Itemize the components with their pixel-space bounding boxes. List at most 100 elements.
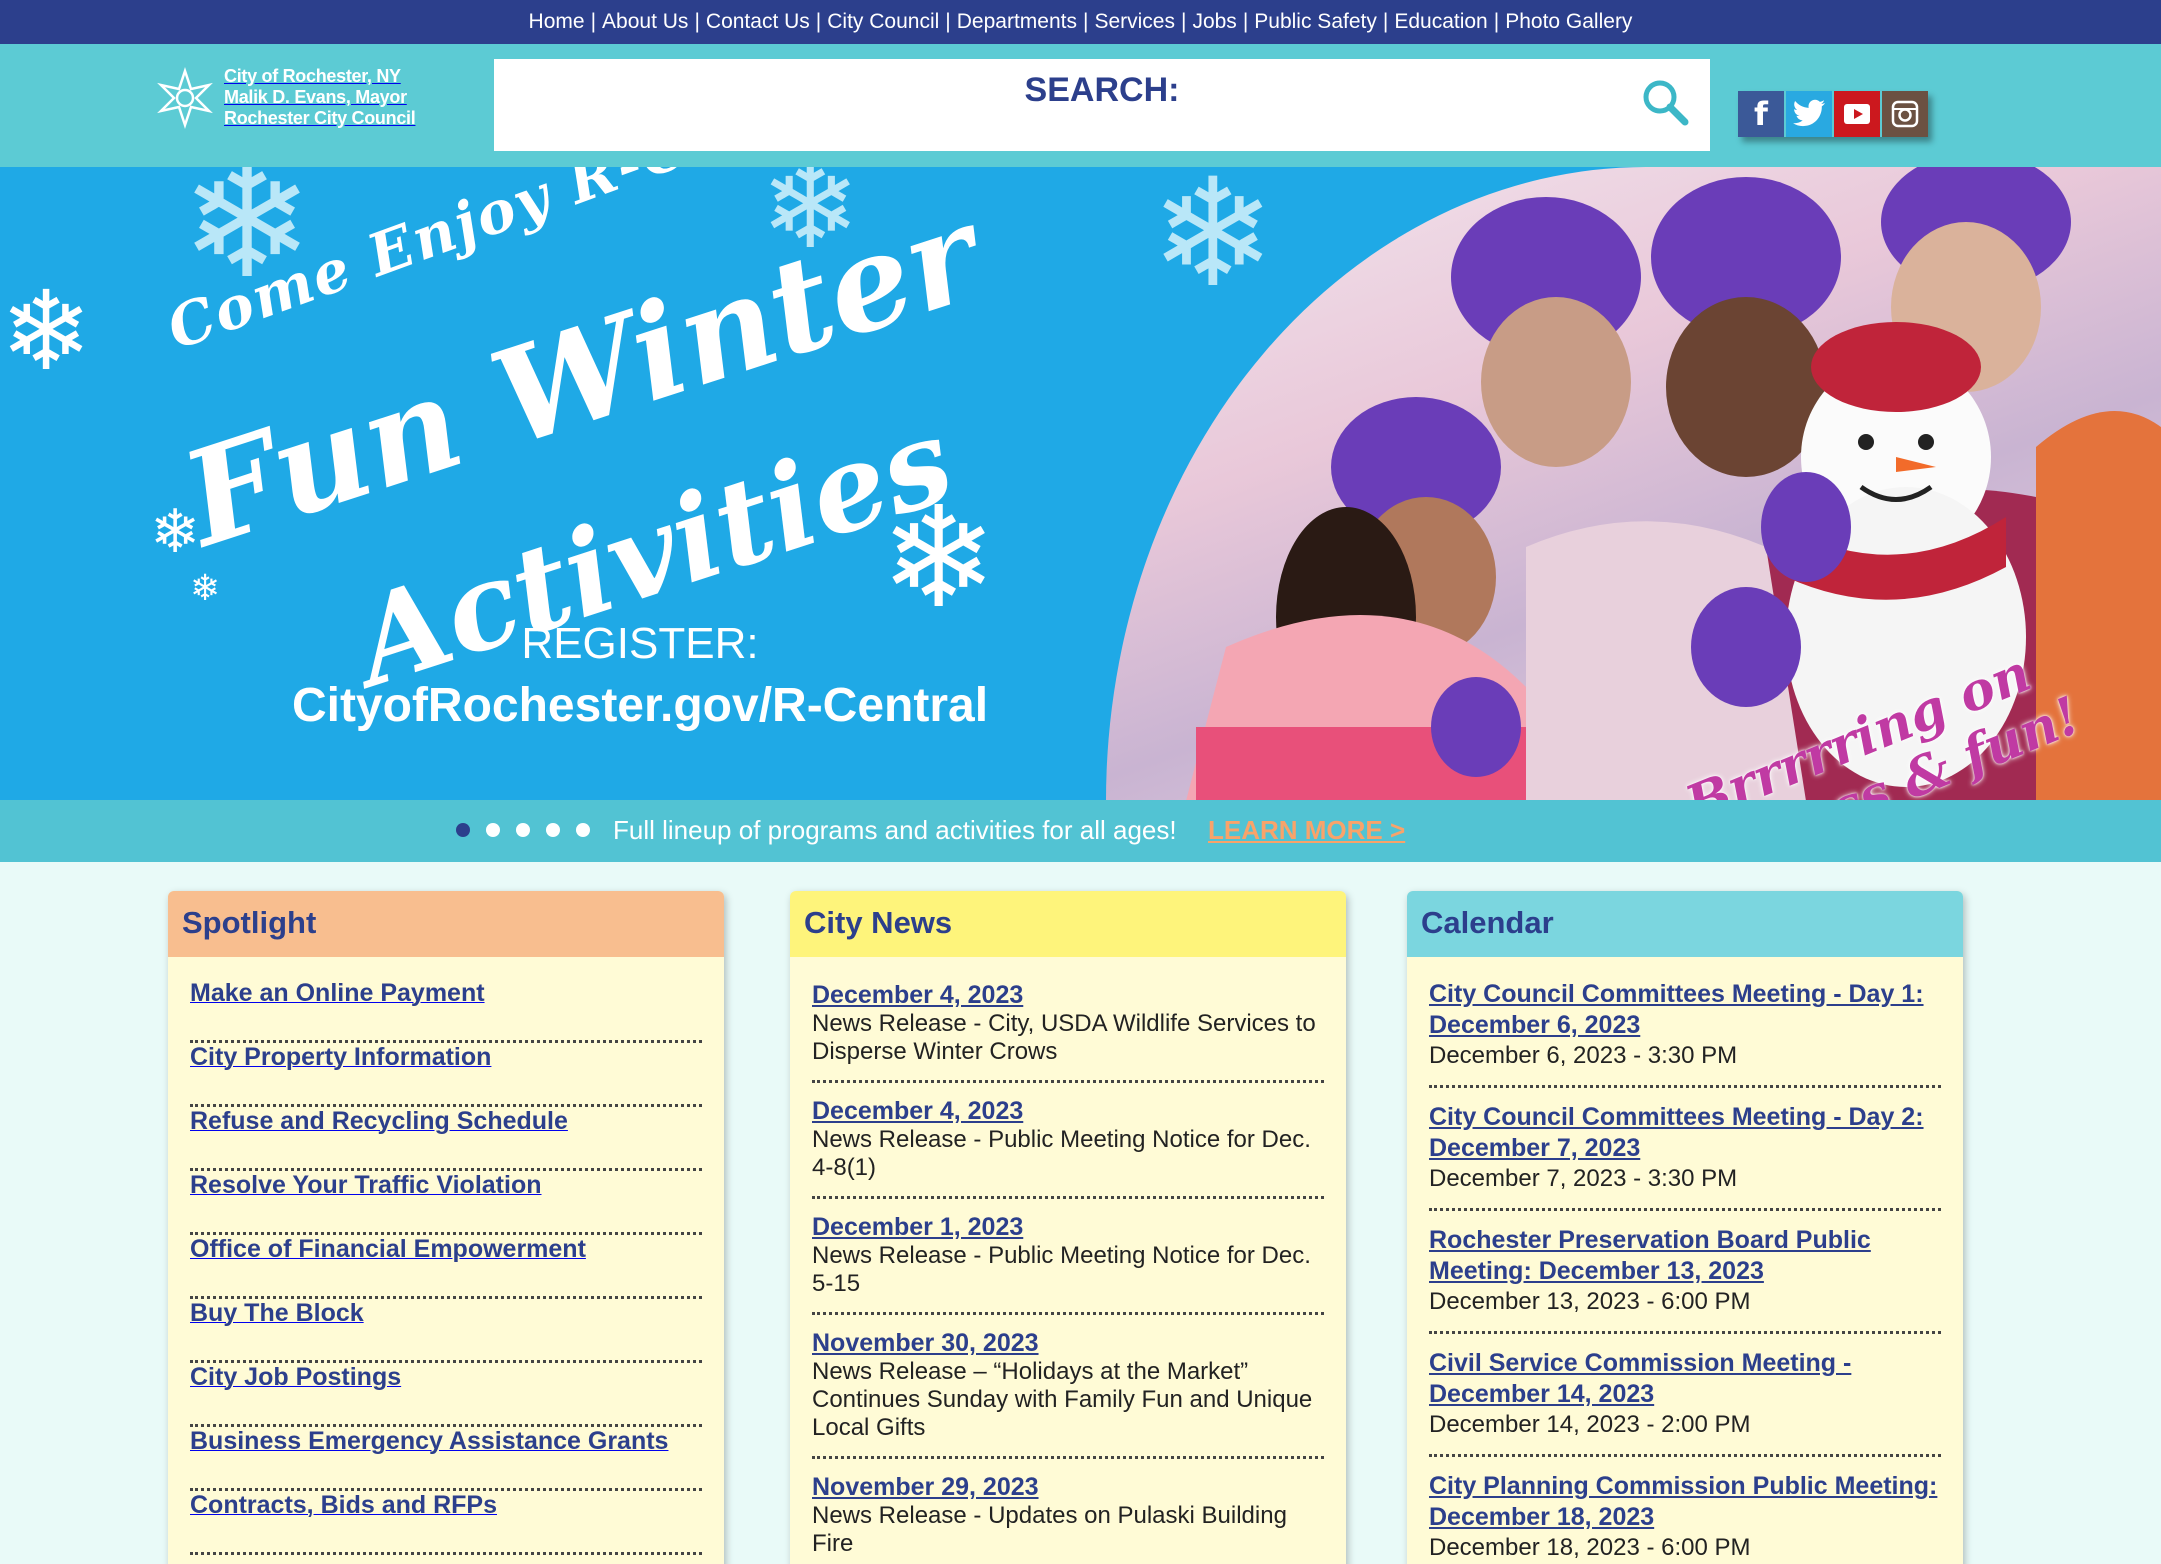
news-date-link[interactable]: November 29, 2023 [812, 1473, 1324, 1502]
list-item: City Planning Commission Public Meeting:… [1429, 1471, 1941, 1564]
learn-more-link[interactable]: LEARN MORE > [1208, 815, 1405, 846]
event-time: December 18, 2023 - 6:00 PM [1429, 1534, 1751, 1561]
spotlight-link-label: Refuse and Recycling Schedule [190, 1107, 568, 1135]
spotlight-link[interactable]: Make an Online Payment [190, 979, 485, 1007]
list-item: City Council Committees Meeting - Day 2:… [1429, 1102, 1941, 1211]
news-date-link[interactable]: November 30, 2023 [812, 1329, 1324, 1358]
instagram-camera-shape [1891, 100, 1919, 128]
list-item: City Council Committees Meeting - Day 1:… [1429, 979, 1941, 1088]
list-item: Refuse and Recycling Schedule [190, 1107, 702, 1171]
spotlight-link[interactable]: Office of Financial Empowerment [190, 1235, 586, 1263]
twitter-icon[interactable] [1786, 91, 1832, 137]
event-time: December 14, 2023 - 2:00 PM [1429, 1411, 1751, 1438]
event-title-link[interactable]: Civil Service Commission Meeting - Decem… [1429, 1348, 1941, 1410]
slider-dot-1[interactable] [456, 823, 470, 837]
slider-caption-bar: Full lineup of programs and activities f… [0, 800, 2161, 862]
event-title-link[interactable]: City Planning Commission Public Meeting:… [1429, 1471, 1941, 1533]
news-title: News Release - Public Meeting Notice for… [812, 1242, 1311, 1297]
nav-jobs[interactable]: Jobs [1186, 10, 1242, 34]
snowflake-icon: ❄ [1150, 167, 1276, 317]
spotlight-link-label: Make an Online Payment [190, 979, 485, 1007]
event-title-link[interactable]: Rochester Preservation Board Public Meet… [1429, 1225, 1941, 1287]
news-title: News Release - Updates on Pulaski Buildi… [812, 1502, 1287, 1557]
slider-caption-text: Full lineup of programs and activities f… [613, 815, 1177, 845]
slider-dots [456, 823, 590, 837]
facebook-icon[interactable]: f [1738, 91, 1784, 137]
spotlight-link[interactable]: Buy The Block [190, 1299, 364, 1327]
event-time: December 7, 2023 - 3:30 PM [1429, 1165, 1738, 1192]
spotlight-link-label: Resolve Your Traffic Violation [190, 1171, 542, 1199]
list-item: December 4, 2023 News Release - City, US… [812, 981, 1324, 1083]
nav-departments[interactable]: Departments [951, 10, 1083, 34]
news-date-link[interactable]: December 1, 2023 [812, 1213, 1324, 1242]
nav-services[interactable]: Services [1088, 10, 1181, 34]
list-item: Resolve Your Traffic Violation [190, 1171, 702, 1235]
logo-line-mayor: Malik D. Evans, Mayor [224, 87, 407, 107]
news-title: News Release - Public Meeting Notice for… [812, 1126, 1311, 1181]
nav-city-council[interactable]: City Council [821, 10, 945, 34]
spotlight-link[interactable]: City Job Postings [190, 1363, 401, 1391]
nav-contact-us[interactable]: Contact Us [700, 10, 816, 34]
spotlight-link-label: Contracts, Bids and RFPs [190, 1491, 497, 1519]
spotlight-link-label: Business Emergency Assistance Grants [190, 1427, 669, 1455]
calendar-heading: Calendar [1407, 891, 1963, 957]
city-news-panel: City News December 4, 2023 News Release … [790, 891, 1346, 1564]
youtube-play-shape [1844, 104, 1870, 124]
calendar-panel: Calendar City Council Committees Meeting… [1407, 891, 1963, 1564]
list-item: December 1, 2023 News Release - Public M… [812, 1213, 1324, 1315]
city-news-heading: City News [790, 891, 1346, 957]
nav-photo-gallery[interactable]: Photo Gallery [1499, 10, 1638, 34]
spotlight-link[interactable]: City Property Information [190, 1043, 491, 1071]
list-item: Buy The Block [190, 1299, 702, 1363]
spotlight-heading: Spotlight [168, 891, 724, 957]
nav-education[interactable]: Education [1388, 10, 1493, 34]
news-date-link[interactable]: December 4, 2023 [812, 981, 1324, 1010]
logo-text: City of Rochester, NY Malik D. Evans, Ma… [224, 66, 416, 129]
spotlight-link[interactable]: Refuse and Recycling Schedule [190, 1107, 568, 1135]
news-list: December 4, 2023 News Release - City, US… [790, 957, 1346, 1564]
slider-dot-2[interactable] [486, 823, 500, 837]
spotlight-list: Make an Online Payment City Property Inf… [168, 957, 724, 1555]
event-title-link[interactable]: City Council Committees Meeting - Day 1:… [1429, 979, 1941, 1041]
news-date-link[interactable]: December 4, 2023 [812, 1097, 1324, 1126]
slider-dot-4[interactable] [546, 823, 560, 837]
city-logo[interactable]: City of Rochester, NY Malik D. Evans, Ma… [154, 66, 416, 129]
twitter-bird-shape [1792, 99, 1825, 127]
list-item: Make an Online Payment [190, 979, 702, 1043]
event-time: December 6, 2023 - 3:30 PM [1429, 1042, 1738, 1069]
slider-dot-5[interactable] [576, 823, 590, 837]
nav-home[interactable]: Home [523, 10, 591, 34]
snowflake-icon: ❄ [0, 270, 93, 393]
list-item: November 29, 2023 News Release - Updates… [812, 1473, 1324, 1564]
spotlight-link[interactable]: Contracts, Bids and RFPs [190, 1491, 497, 1519]
news-title: News Release – “Holidays at the Market” … [812, 1358, 1313, 1441]
list-item: Civil Service Commission Meeting - Decem… [1429, 1348, 1941, 1457]
spotlight-link-label: City Property Information [190, 1043, 492, 1071]
spotlight-link[interactable]: Resolve Your Traffic Violation [190, 1171, 542, 1199]
news-title: News Release - City, USDA Wildlife Servi… [812, 1010, 1316, 1065]
hero-banner[interactable]: ❄ ❄ ❄ ❄ ❄ ❄ ❄ Come Enjoy R-Center's Fun … [0, 167, 2161, 801]
list-item: December 4, 2023 News Release - Public M… [812, 1097, 1324, 1199]
search-input[interactable] [514, 111, 1634, 143]
search-box: SEARCH: [494, 59, 1710, 151]
social-links: f [1738, 91, 1928, 137]
event-title-link[interactable]: City Council Committees Meeting - Day 2:… [1429, 1102, 1941, 1164]
spotlight-link-label: Buy The Block [190, 1299, 364, 1327]
list-item: November 30, 2023 News Release – “Holida… [812, 1329, 1324, 1459]
list-item: Business Emergency Assistance Grants [190, 1427, 702, 1491]
spotlight-link-label: Office of Financial Empowerment [190, 1235, 586, 1263]
spotlight-link[interactable]: Business Emergency Assistance Grants [190, 1427, 668, 1455]
slider-dot-3[interactable] [516, 823, 530, 837]
youtube-icon[interactable] [1834, 91, 1880, 137]
instagram-icon[interactable] [1882, 91, 1928, 137]
list-item: Contracts, Bids and RFPs [190, 1491, 702, 1555]
list-item: City Job Postings [190, 1363, 702, 1427]
banner-register-label: REGISTER: [521, 619, 759, 668]
spotlight-link-label: City Job Postings [190, 1363, 402, 1391]
nav-public-safety[interactable]: Public Safety [1248, 10, 1383, 34]
search-icon[interactable] [1640, 77, 1690, 127]
list-item: City Property Information [190, 1043, 702, 1107]
calendar-list: City Council Committees Meeting - Day 1:… [1407, 957, 1963, 1564]
nav-about-us[interactable]: About Us [596, 10, 694, 34]
top-nav: Home | About Us | Contact Us | City Council… [0, 0, 2161, 44]
